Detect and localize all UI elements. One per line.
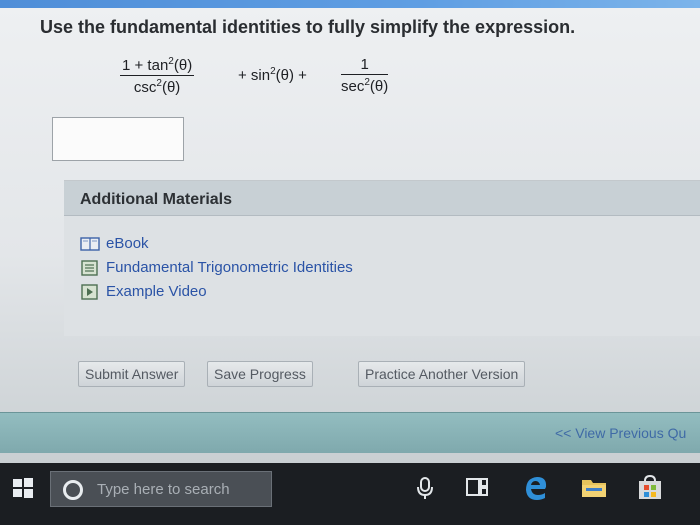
example-video-link[interactable]: Example Video [80, 283, 207, 300]
edge-icon[interactable] [523, 473, 549, 501]
windows-taskbar: Type here to search [0, 463, 700, 525]
fraction-term-3: 1 sec2(θ) [341, 56, 389, 95]
search-placeholder: Type here to search [97, 481, 230, 498]
term3-denominator: sec2(θ) [341, 77, 389, 95]
fundamental-identities-link-label: Fundamental Trigonometric Identities [106, 259, 353, 276]
additional-materials-title: Additional Materials [80, 191, 233, 208]
fraction-term-1: 1 + tan2(θ) csc2(θ) [120, 56, 195, 96]
view-previous-question-link[interactable]: << View Previous Qu [555, 425, 686, 441]
term1-denominator: csc2(θ) [133, 78, 181, 96]
action-buttons: Submit Answer Save Progress Practice Ano… [0, 355, 700, 395]
microphone-icon[interactable] [415, 473, 435, 501]
example-video-link-label: Example Video [106, 283, 207, 300]
middle-term: + sin2(θ) + [238, 66, 307, 84]
taskbar-search-box[interactable]: Type here to search [50, 471, 272, 507]
document-icon [81, 259, 98, 276]
additional-materials-panel: Additional Materials eBook Fundamental T… [64, 180, 700, 336]
file-explorer-icon[interactable] [580, 473, 608, 501]
question-prompt: Use the fundamental identities to fully … [40, 17, 576, 37]
book-icon [80, 236, 100, 251]
header-accent-bar [0, 0, 700, 8]
video-icon [81, 283, 98, 300]
task-view-icon[interactable] [465, 473, 489, 501]
term3-numerator: 1 [341, 56, 389, 75]
answer-input[interactable] [52, 117, 184, 161]
save-progress-button[interactable]: Save Progress [207, 361, 313, 387]
cortana-icon [63, 480, 83, 500]
store-icon[interactable] [636, 473, 664, 501]
additional-materials-header: Additional Materials [64, 181, 700, 216]
practice-another-version-button[interactable]: Practice Another Version [358, 361, 526, 387]
ebook-link-label: eBook [106, 235, 149, 252]
term1-numerator: 1 + tan2(θ) [120, 56, 195, 76]
question-navigation-bar: << View Previous Qu [0, 412, 700, 453]
windows-start-icon[interactable] [12, 477, 34, 499]
ebook-link[interactable]: eBook [80, 235, 149, 252]
browser-viewport: Use the fundamental identities to fully … [0, 0, 700, 463]
fundamental-identities-link[interactable]: Fundamental Trigonometric Identities [80, 259, 353, 276]
submit-answer-button[interactable]: Submit Answer [78, 361, 186, 387]
